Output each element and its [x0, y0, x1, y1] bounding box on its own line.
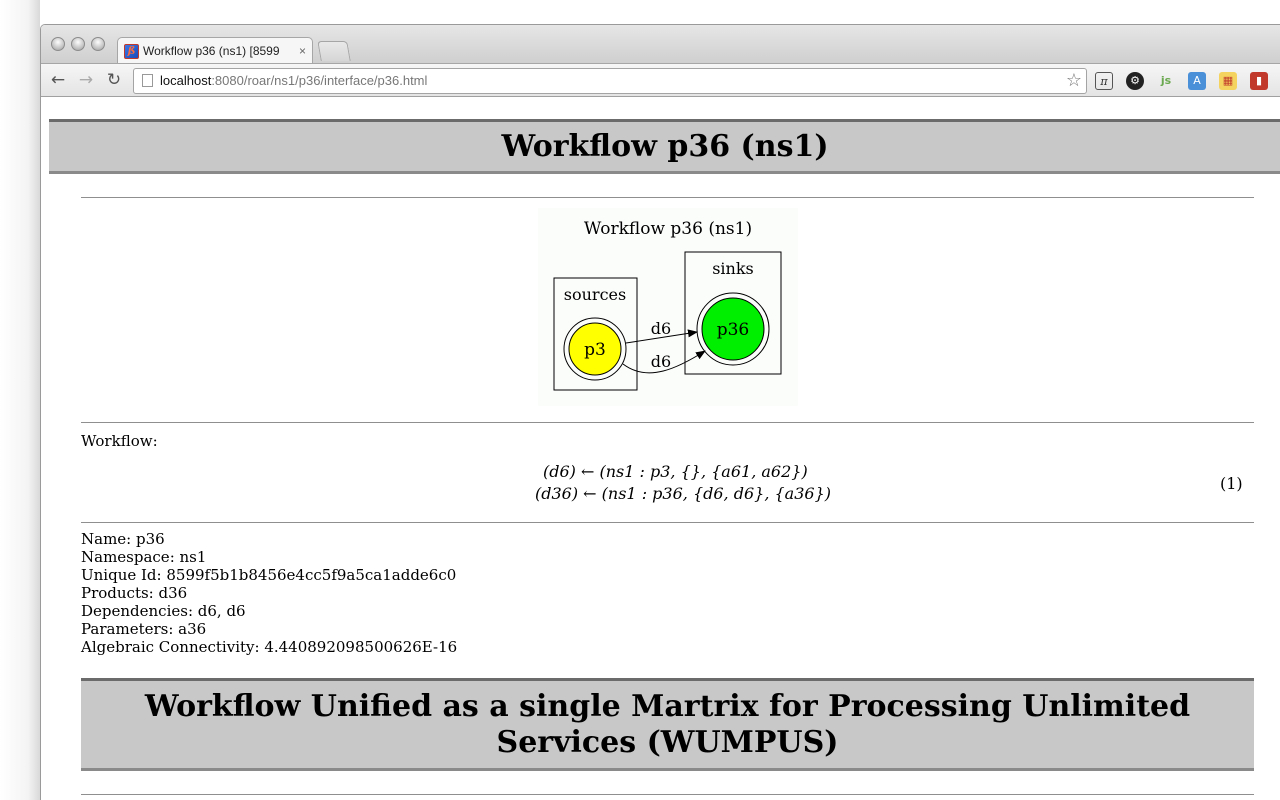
page-favicon-icon: ß: [124, 43, 139, 59]
equation-number: (1): [1220, 474, 1243, 493]
edge-label-lower: d6: [651, 352, 671, 371]
gear-icon[interactable]: ⚙: [1126, 72, 1144, 90]
divider: [81, 794, 1254, 795]
tab-title: Workflow p36 (ns1) [8599: [143, 44, 280, 58]
back-icon[interactable]: ←: [47, 69, 69, 91]
url-host: localhost: [160, 73, 212, 88]
toolbar: ← → ↻ localhost:8080/roar/ns1/p36/interf…: [41, 63, 1280, 97]
zoom-window-button[interactable]: [91, 37, 105, 51]
meta-parameters: Parameters: a36: [81, 620, 207, 638]
translate-icon[interactable]: A: [1188, 72, 1206, 90]
browser-window: ß Workflow p36 (ns1) [8599 × ← → ↻ local…: [40, 24, 1280, 800]
tab-active[interactable]: ß Workflow p36 (ns1) [8599 ×: [117, 37, 313, 64]
sources-label: sources: [564, 285, 626, 304]
forward-icon[interactable]: →: [75, 69, 97, 91]
workflow-label: Workflow:: [81, 432, 158, 450]
close-window-button[interactable]: [51, 37, 65, 51]
meta-name: Name: p36: [81, 530, 165, 548]
meta-unique-id: Unique Id: 8599f5b1b8456e4cc5f9a5ca1adde…: [81, 566, 457, 584]
address-bar[interactable]: localhost:8080/roar/ns1/p36/interface/p3…: [133, 68, 1087, 94]
js-icon[interactable]: js: [1157, 72, 1175, 90]
divider: [81, 197, 1254, 198]
edge-label-upper: d6: [651, 319, 671, 338]
workflow-graph: Workflow p36 (ns1) sources sinks p3 p36 …: [538, 208, 798, 406]
page-content: Workflow p36 (ns1) Workflow p36 (ns1) so…: [41, 98, 1280, 800]
meta-products: Products: d36: [81, 584, 188, 602]
graph-title: Workflow p36 (ns1): [584, 219, 752, 239]
reload-icon[interactable]: ↻: [103, 69, 125, 91]
meta-namespace: Namespace: ns1: [81, 548, 207, 566]
tab-close-icon[interactable]: ×: [299, 44, 306, 58]
page-title: Workflow p36 (ns1): [49, 119, 1280, 174]
source-node-label: p3: [584, 340, 606, 360]
workflow-metadata: Name: p36 Namespace: ns1 Unique Id: 8599…: [81, 530, 457, 656]
sinks-label: sinks: [712, 259, 754, 278]
meta-connectivity: Algebraic Connectivity: 4.44089209850062…: [81, 638, 458, 656]
divider: [81, 522, 1254, 523]
equation-line: (d6) ← (ns1 : p3, {}, {a61, a62}): [543, 462, 808, 481]
sink-node-label: p36: [717, 320, 750, 340]
meta-dependencies: Dependencies: d6, d6: [81, 602, 246, 620]
desktop-background: [0, 0, 40, 800]
bookmark-icon[interactable]: ▮: [1250, 72, 1268, 90]
url-path: :8080/roar/ns1/p36/interface/p36.html: [211, 73, 428, 88]
workflow-graph-svg: Workflow p36 (ns1) sources sinks p3 p36 …: [553, 219, 782, 391]
divider: [81, 422, 1254, 423]
bookmark-star-icon[interactable]: ☆: [1066, 69, 1082, 93]
new-tab-button[interactable]: [317, 41, 351, 61]
tab-strip: ß Workflow p36 (ns1) [8599 ×: [41, 25, 1280, 64]
pi-icon[interactable]: π: [1095, 72, 1113, 90]
footer-title: Workflow Unified as a single Martrix for…: [81, 678, 1254, 771]
equation-line: (d36) ← (ns1 : p36, {d6, d6}, {a36}): [535, 484, 831, 503]
page-icon: [142, 74, 153, 87]
minimize-window-button[interactable]: [71, 37, 85, 51]
puzzle-icon[interactable]: ▦: [1219, 72, 1237, 90]
